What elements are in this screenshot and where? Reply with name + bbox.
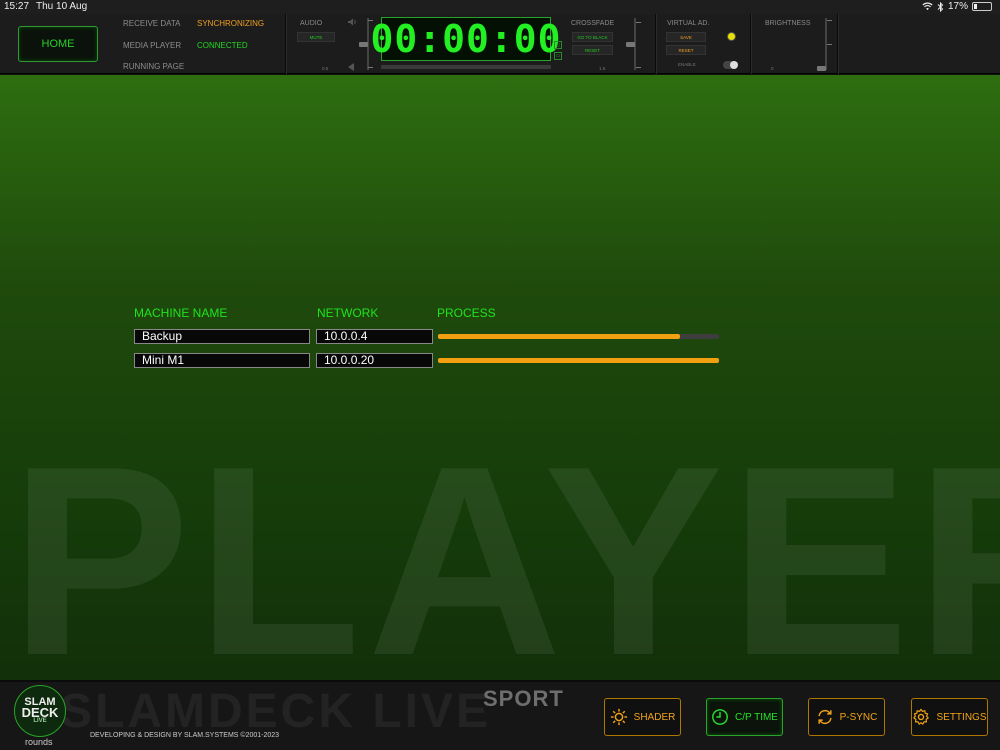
process-progress-bar	[438, 334, 719, 339]
virtual-ad-enable-toggle[interactable]	[723, 61, 738, 69]
process-progress-bar	[438, 358, 719, 363]
status-date: Thu 10 Aug	[36, 1, 88, 12]
status-time: 15:27	[4, 1, 30, 12]
shader-button-label: SHADER	[633, 711, 676, 723]
fader-tick	[368, 67, 373, 68]
speaker-icon[interactable]	[347, 18, 357, 26]
audio-title: AUDIO	[300, 20, 323, 27]
sync-icon	[818, 709, 832, 725]
p-sync-button[interactable]: P-SYNC	[808, 698, 885, 736]
player-watermark: PLAYER	[10, 411, 1000, 681]
brightness-title: BRIGHTNESS	[765, 20, 811, 27]
enable-label: ENABLE	[678, 62, 696, 67]
divider	[655, 14, 657, 74]
column-header-machine-name: MACHINE NAME	[134, 306, 228, 320]
receive-data-label: RECEIVE DATA	[123, 19, 181, 28]
media-player-label: MEDIA PLAYER	[123, 41, 182, 50]
virtual-ad-title: VIRTUAL AD.	[667, 20, 710, 27]
timecode-display: 00:00:00	[370, 17, 562, 61]
network-address-field[interactable]: 10.0.0.4	[316, 329, 433, 344]
settings-button[interactable]: SETTINGS	[911, 698, 988, 736]
crossfade-fader-knob[interactable]	[626, 42, 635, 47]
clock-icon	[712, 709, 728, 725]
bottom-bar: SLAMDECK LIVE SPORT SLAM DECK LIVE round…	[0, 680, 1000, 750]
logo-line: LIVE	[33, 718, 47, 725]
settings-button-label: SETTINGS	[936, 711, 987, 723]
audio-level-value: 0.5	[322, 66, 329, 71]
network-address-field[interactable]: 10.0.0.20	[316, 353, 433, 368]
gear-icon	[913, 708, 930, 725]
status-bar: 15:27 Thu 10 Aug 17%	[0, 0, 1000, 14]
control-bar: HOME RECEIVE DATA SYNCHRONIZING MEDIA PL…	[0, 14, 1000, 74]
crossfade-title: CROSSFADE	[571, 20, 615, 27]
sun-icon	[610, 708, 627, 726]
machine-name-field[interactable]: Backup	[134, 329, 310, 344]
virtual-ad-status-led	[727, 32, 736, 41]
status-indicators: 17%	[922, 1, 992, 12]
mute-button[interactable]: MUTE	[297, 32, 335, 42]
bluetooth-icon	[937, 1, 944, 12]
brand-watermark: SLAMDECK LIVE	[60, 685, 492, 738]
crossfade-reset-button[interactable]: RESET	[572, 45, 613, 55]
media-player-status: CONNECTED	[197, 41, 248, 50]
receive-data-status: SYNCHRONIZING	[197, 19, 265, 28]
credit-text: DEVELOPING & DESIGN BY SLAM.SYSTEMS ©200…	[90, 732, 280, 739]
timeline-scrubber[interactable]	[381, 65, 551, 69]
audio-fader-knob[interactable]	[359, 42, 368, 47]
divider	[750, 14, 752, 74]
fader-tick	[827, 20, 832, 21]
home-button[interactable]: HOME	[18, 26, 98, 62]
brightness-fader-knob[interactable]	[817, 66, 826, 71]
battery-percent: 17%	[947, 1, 968, 12]
divider	[285, 14, 287, 74]
logo-caption: rounds	[25, 737, 53, 747]
fader-tick	[636, 67, 641, 68]
timer-mode-icon[interactable]: ◻	[554, 41, 562, 49]
brightness-level-value: 0	[771, 66, 774, 71]
shader-button[interactable]: SHADER	[604, 698, 681, 736]
wifi-icon	[922, 2, 933, 11]
sport-label: SPORT	[483, 686, 564, 711]
go-to-black-button[interactable]: GO TO BLACK	[572, 32, 613, 42]
timer-loop-icon[interactable]: ▭	[554, 52, 562, 60]
battery-icon	[972, 2, 992, 11]
running-page-label: RUNNING PAGE	[123, 62, 185, 71]
cp-time-button-label: C/P TIME	[735, 711, 778, 723]
p-sync-button-label: P-SYNC	[839, 711, 878, 723]
virtual-ad-reset-button[interactable]: RESET	[666, 45, 706, 55]
process-progress-fill	[438, 358, 719, 363]
process-progress-fill	[438, 334, 680, 339]
cp-time-button[interactable]: C/P TIME	[706, 698, 783, 736]
audio-back-icon[interactable]	[348, 63, 355, 71]
crossfade-level-value: 1.5	[599, 66, 606, 71]
player-panel: PLAYER MACHINE NAME NETWORK PROCESS Back…	[0, 75, 1000, 680]
fader-tick	[827, 44, 832, 45]
virtual-ad-save-button[interactable]: SAVE	[666, 32, 706, 42]
column-header-network: NETWORK	[317, 306, 379, 320]
divider	[837, 14, 839, 74]
slamdeck-logo[interactable]: SLAM DECK LIVE	[14, 685, 66, 737]
column-header-process: PROCESS	[437, 306, 496, 320]
machine-name-field[interactable]: Mini M1	[134, 353, 310, 368]
fader-tick	[636, 22, 641, 23]
